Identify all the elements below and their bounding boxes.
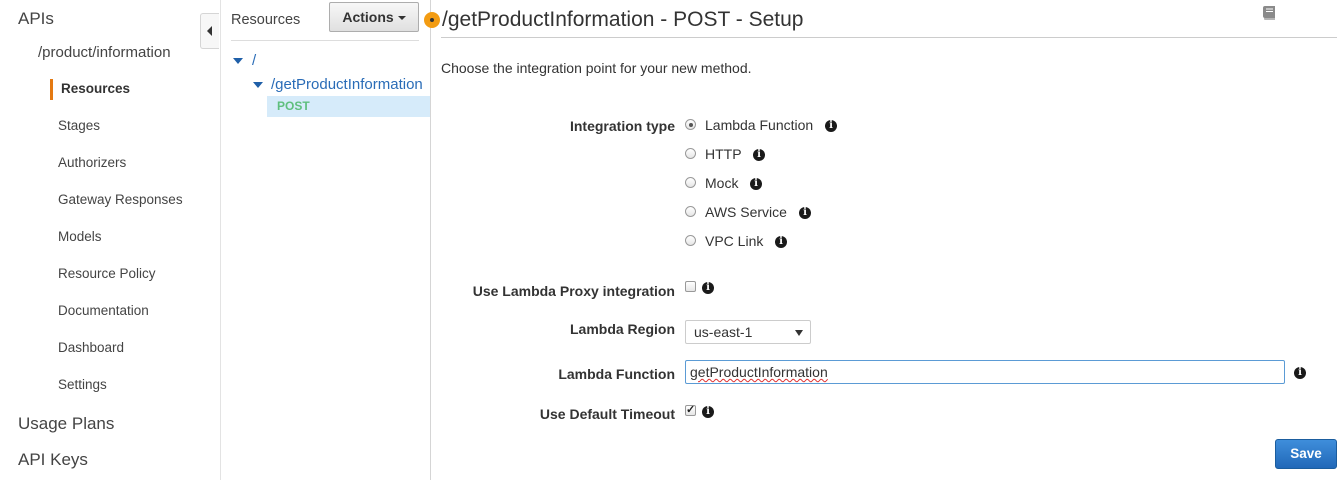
- radio-label-vpc-link[interactable]: VPC Link: [705, 233, 763, 249]
- info-icon[interactable]: i: [775, 236, 787, 248]
- left-navigation: APIs /product/information Resources Stag…: [0, 0, 221, 480]
- nav-api-name[interactable]: /product/information: [38, 44, 171, 61]
- radio-aws-service[interactable]: [685, 206, 696, 217]
- chevron-left-icon: [207, 26, 212, 36]
- radio-label-lambda-function[interactable]: Lambda Function: [705, 117, 813, 133]
- radio-label-http[interactable]: HTTP: [705, 146, 742, 162]
- radio-label-aws-service[interactable]: AWS Service: [705, 204, 787, 220]
- tree-expand-root-icon[interactable]: [233, 58, 243, 64]
- nav-active-indicator: [50, 79, 53, 100]
- tree-item-getproductinformation[interactable]: /getProductInformation: [271, 76, 423, 93]
- proxy-integration-label: Use Lambda Proxy integration: [472, 283, 675, 299]
- status-indicator-icon: [424, 12, 440, 28]
- info-icon[interactable]: i: [702, 406, 714, 418]
- info-icon[interactable]: i: [750, 178, 762, 190]
- divider: [231, 40, 419, 41]
- nav-api-keys[interactable]: API Keys: [18, 450, 88, 470]
- default-timeout-checkbox[interactable]: [685, 403, 696, 416]
- integration-type-label: Integration type: [569, 118, 675, 134]
- save-button[interactable]: Save: [1275, 439, 1337, 469]
- tree-item-post-method[interactable]: POST: [267, 96, 430, 117]
- caret-down-icon: [397, 16, 406, 21]
- dropdown-arrow-icon: [795, 330, 803, 336]
- book-icon[interactable]: [1261, 4, 1279, 22]
- region-value: us-east-1: [694, 324, 753, 340]
- radio-mock[interactable]: [685, 177, 696, 188]
- lambda-function-value: getProductInformation: [690, 364, 828, 380]
- proxy-integration-checkbox[interactable]: [685, 281, 696, 292]
- tree-item-root[interactable]: /: [252, 52, 256, 69]
- nav-item-resources[interactable]: Resources: [61, 81, 130, 96]
- tree-expand-child-icon[interactable]: [253, 82, 263, 88]
- radio-lambda-function[interactable]: [685, 119, 696, 130]
- radio-label-mock[interactable]: Mock: [705, 175, 738, 191]
- info-icon[interactable]: i: [1294, 367, 1306, 379]
- info-icon[interactable]: i: [702, 282, 714, 294]
- nav-item-stages[interactable]: Stages: [58, 118, 100, 133]
- nav-usage-plans[interactable]: Usage Plans: [18, 414, 114, 434]
- title-divider: [441, 37, 1337, 38]
- info-icon[interactable]: i: [753, 149, 765, 161]
- lambda-region-label: Lambda Region: [569, 321, 675, 337]
- resources-title: Resources: [231, 12, 301, 28]
- nav-item-resource-policy[interactable]: Resource Policy: [58, 266, 156, 281]
- info-icon[interactable]: i: [825, 120, 837, 132]
- nav-item-documentation[interactable]: Documentation: [58, 303, 149, 318]
- lambda-region-select[interactable]: us-east-1: [685, 320, 811, 344]
- nav-item-gateway-responses[interactable]: Gateway Responses: [58, 192, 183, 207]
- info-icon[interactable]: i: [799, 207, 811, 219]
- actions-label: Actions: [342, 9, 394, 25]
- radio-vpc-link[interactable]: [685, 235, 696, 246]
- nav-apis[interactable]: APIs: [18, 9, 54, 29]
- method-badge: POST: [277, 99, 310, 113]
- default-timeout-label: Use Default Timeout: [539, 406, 675, 422]
- nav-item-authorizers[interactable]: Authorizers: [58, 155, 126, 170]
- lambda-function-input[interactable]: getProductInformation: [685, 360, 1285, 384]
- nav-item-dashboard[interactable]: Dashboard: [58, 340, 124, 355]
- radio-http[interactable]: [685, 148, 696, 159]
- nav-item-models[interactable]: Models: [58, 229, 102, 244]
- main-content: /getProductInformation - POST - Setup Ch…: [424, 0, 1343, 480]
- collapse-sidebar-button[interactable]: [200, 13, 219, 49]
- page-title: /getProductInformation - POST - Setup: [442, 8, 804, 31]
- instructions-text: Choose the integration point for your ne…: [441, 60, 752, 76]
- lambda-function-label: Lambda Function: [558, 366, 675, 382]
- actions-dropdown-button[interactable]: Actions: [329, 2, 419, 32]
- nav-item-settings[interactable]: Settings: [58, 377, 107, 392]
